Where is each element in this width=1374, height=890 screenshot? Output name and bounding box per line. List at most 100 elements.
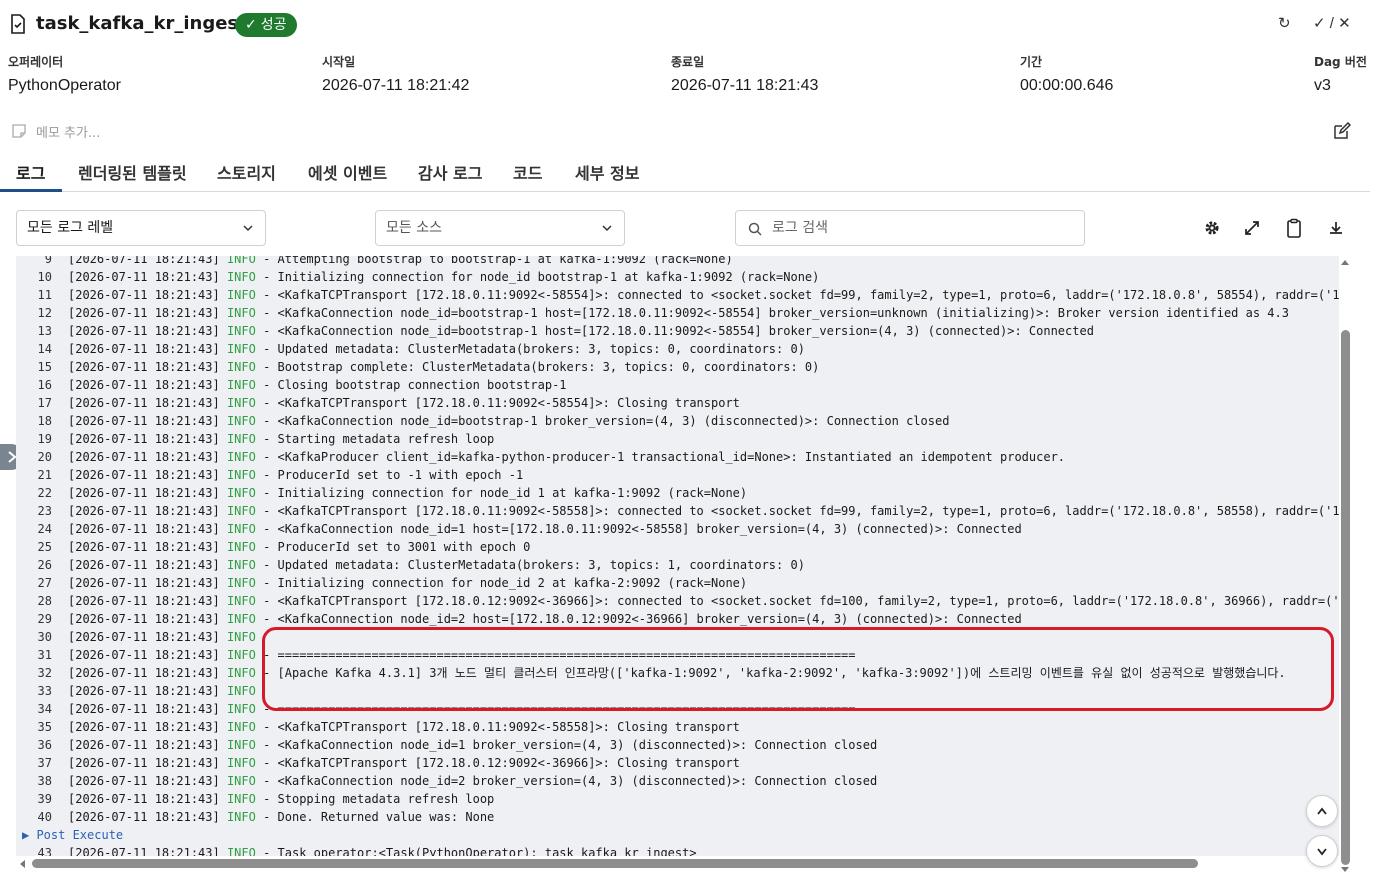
log-search-box [735, 210, 1085, 246]
log-line: 11 [2026-07-11 18:21:43] INFO - <KafkaTCP… [16, 286, 1339, 304]
log-line: 13 [2026-07-11 18:21:43] INFO - <KafkaCon… [16, 322, 1339, 340]
tab-audit-log[interactable]: 감사 로그 [418, 160, 482, 184]
log-line: 17 [2026-07-11 18:21:43] INFO - <KafkaTCP… [16, 394, 1339, 412]
download-icon[interactable] [1326, 218, 1346, 238]
log-level: INFO [226, 396, 256, 410]
chevron-up-icon [1317, 807, 1327, 815]
log-level: INFO [226, 306, 256, 320]
log-level: INFO [226, 810, 256, 824]
status-badge: ✓ 성공 [235, 13, 297, 37]
refresh-button[interactable]: ↻ [1278, 14, 1291, 32]
log-line: 40 [2026-07-11 18:21:43] INFO - Done. Ret… [16, 808, 1339, 826]
line-number: 11 [37, 288, 52, 302]
edit-icon[interactable] [1333, 122, 1351, 140]
tab-details[interactable]: 세부 정보 [575, 160, 639, 184]
chevron-down-icon [243, 225, 253, 232]
log-line: 43 [2026-07-11 18:21:43] INFO - Task oper… [16, 844, 1339, 856]
line-number: 29 [37, 612, 52, 626]
scroll-left-arrow-icon[interactable] [18, 859, 26, 869]
log-line: 38 [2026-07-11 18:21:43] INFO - <KafkaCon… [16, 772, 1339, 790]
log-message: - Task operator:<Task(PythonOperator): t… [255, 846, 697, 856]
log-message: - <KafkaTCPTransport [172.18.0.11:9092<-… [255, 504, 1339, 518]
log-source-select[interactable]: 모든 소스 [375, 210, 625, 246]
log-level: INFO [226, 270, 256, 284]
tab-rendered-template[interactable]: 렌더링된 템플릿 [78, 160, 187, 184]
line-number: 39 [37, 792, 52, 806]
horizontal-scroll-thumb[interactable] [32, 859, 1198, 868]
vertical-scroll-thumb[interactable] [1341, 330, 1350, 865]
line-number: 18 [37, 414, 52, 428]
operator-label: 오퍼레이터 [8, 55, 64, 69]
line-number: 37 [37, 756, 52, 770]
log-message: - ======================================… [255, 648, 856, 662]
log-level-select[interactable]: 모든 로그 레벨 [16, 210, 266, 246]
mark-state-button[interactable]: ✓ / ✕ [1313, 14, 1351, 32]
log-level: INFO [226, 792, 256, 806]
log-message: - Starting metadata refresh loop [255, 432, 495, 446]
log-level: INFO [226, 540, 256, 554]
log-message: - ProducerId set to -1 with epoch -1 [255, 468, 524, 482]
tab-storage[interactable]: 스토리지 [217, 160, 276, 184]
line-number: 35 [37, 720, 52, 734]
scroll-down-arrow-icon[interactable] [1340, 866, 1350, 874]
log-timestamp: [2026-07-11 18:21:43] [68, 792, 220, 806]
log-line: 20 [2026-07-11 18:21:43] INFO - <KafkaPro… [16, 448, 1339, 466]
log-line: 32 [2026-07-11 18:21:43] INFO - [Apache K… [16, 664, 1339, 682]
line-number: 9 [44, 256, 52, 266]
scroll-up-arrow-icon[interactable] [1340, 258, 1350, 266]
line-number: 24 [37, 522, 52, 536]
log-message: - Updated metadata: ClusterMetadata(brok… [255, 558, 805, 572]
log-line: 27 [2026-07-11 18:21:43] INFO - Initializ… [16, 574, 1339, 592]
log-line: 33 [2026-07-11 18:21:43] INFO [16, 682, 1339, 700]
clipboard-icon[interactable] [1284, 218, 1304, 238]
log-timestamp: [2026-07-11 18:21:43] [68, 576, 220, 590]
log-level: INFO [226, 594, 256, 608]
log-timestamp: [2026-07-11 18:21:43] [68, 432, 220, 446]
tab-logs[interactable]: 로그 [16, 160, 45, 184]
log-level: INFO [226, 360, 256, 374]
check-icon: ✓ [245, 17, 257, 33]
log-level: INFO [226, 486, 256, 500]
settings-gear-icon[interactable] [1202, 218, 1222, 238]
expand-icon[interactable] [1242, 218, 1262, 238]
log-viewer[interactable]: 9 [2026-07-11 18:21:43] INFO - Attempting… [16, 256, 1339, 856]
log-message: - [Apache Kafka 4.3.1] 3개 노드 멀티 클러스터 인프라… [255, 666, 1286, 680]
post-execute-group-toggle[interactable]: ▶ Post Execute [16, 826, 1339, 844]
log-timestamp: [2026-07-11 18:21:43] [68, 594, 220, 608]
operator-value: PythonOperator [8, 77, 121, 94]
line-number: 40 [37, 810, 52, 824]
log-level: INFO [226, 846, 256, 856]
tab-code[interactable]: 코드 [513, 160, 542, 184]
log-line: 31 [2026-07-11 18:21:43] INFO - =========… [16, 646, 1339, 664]
log-line: 36 [2026-07-11 18:21:43] INFO - <KafkaCon… [16, 736, 1339, 754]
tab-asset-events[interactable]: 에셋 이벤트 [308, 160, 387, 184]
log-timestamp: [2026-07-11 18:21:43] [68, 540, 220, 554]
log-message: - <KafkaConnection node_id=2 broker_vers… [255, 774, 878, 788]
log-timestamp: [2026-07-11 18:21:43] [68, 648, 220, 662]
log-timestamp: [2026-07-11 18:21:43] [68, 378, 220, 392]
log-level: INFO [226, 522, 256, 536]
log-level: INFO [226, 342, 256, 356]
log-level: INFO [226, 378, 256, 392]
log-message: - Initializing connection for node_id 2 … [255, 576, 748, 590]
log-lines: 9 [2026-07-11 18:21:43] INFO - Attempting… [16, 256, 1339, 856]
log-search-input[interactable] [772, 217, 1072, 239]
log-message: - <KafkaConnection node_id=1 broker_vers… [255, 738, 878, 752]
log-level: INFO [226, 288, 256, 302]
log-line: 34 [2026-07-11 18:21:43] INFO - =========… [16, 700, 1339, 718]
log-message: - <KafkaConnection node_id=bootstrap-1 h… [255, 306, 1289, 320]
log-message: - ProducerId set to 3001 with epoch 0 [255, 540, 531, 554]
add-memo-link[interactable]: 메모 추가... [36, 122, 100, 141]
log-level: INFO [226, 256, 256, 266]
log-line: 9 [2026-07-11 18:21:43] INFO - Attempting… [16, 256, 1339, 268]
log-timestamp: [2026-07-11 18:21:43] [68, 450, 220, 464]
log-timestamp: [2026-07-11 18:21:43] [68, 774, 220, 788]
log-timestamp: [2026-07-11 18:21:43] [68, 846, 220, 856]
scroll-to-top-button[interactable] [1306, 795, 1338, 827]
line-number: 38 [37, 774, 52, 788]
log-line: 16 [2026-07-11 18:21:43] INFO - Closing b… [16, 376, 1339, 394]
log-line: 10 [2026-07-11 18:21:43] INFO - Initializ… [16, 268, 1339, 286]
log-timestamp: [2026-07-11 18:21:43] [68, 360, 220, 374]
scroll-to-bottom-button[interactable] [1306, 835, 1338, 867]
log-timestamp: [2026-07-11 18:21:43] [68, 630, 220, 644]
